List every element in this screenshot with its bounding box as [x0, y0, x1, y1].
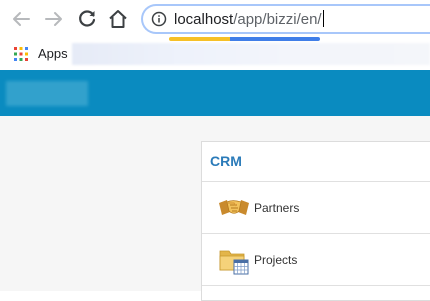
home-icon[interactable] — [106, 7, 130, 31]
main-content: CRM Partners Projects — [0, 116, 430, 301]
handshake-icon — [219, 200, 249, 215]
folder-calendar-icon — [219, 250, 249, 275]
bookmarks-bar: Apps — [0, 41, 430, 67]
crm-panel: CRM Partners Projects — [201, 141, 430, 301]
blurred-logo — [6, 81, 88, 106]
url-path: /app/bizzi/en/ — [233, 11, 322, 28]
apps-bookmark-label[interactable]: Apps — [38, 46, 68, 61]
forward-icon[interactable] — [42, 7, 66, 31]
crm-item-projects[interactable]: Projects — [202, 234, 430, 286]
panel-title: CRM — [210, 153, 242, 169]
url-text[interactable]: localhost/app/bizzi/en/ — [174, 10, 324, 28]
back-icon[interactable] — [9, 7, 33, 31]
reload-icon[interactable] — [75, 7, 99, 31]
crm-item-partners[interactable]: Partners — [202, 182, 430, 234]
blurred-bookmarks — [72, 43, 430, 65]
text-caret — [322, 10, 324, 27]
crm-item-label: Partners — [254, 201, 300, 215]
app-header — [0, 70, 430, 116]
address-bar[interactable]: localhost/app/bizzi/en/ — [141, 4, 430, 34]
info-icon[interactable] — [151, 11, 167, 27]
url-host: localhost — [174, 11, 234, 28]
crm-panel-header: CRM — [202, 142, 430, 182]
crm-item-label: Projects — [254, 253, 298, 267]
browser-toolbar: localhost/app/bizzi/en/ — [0, 0, 430, 41]
apps-grid-icon[interactable] — [14, 47, 28, 61]
